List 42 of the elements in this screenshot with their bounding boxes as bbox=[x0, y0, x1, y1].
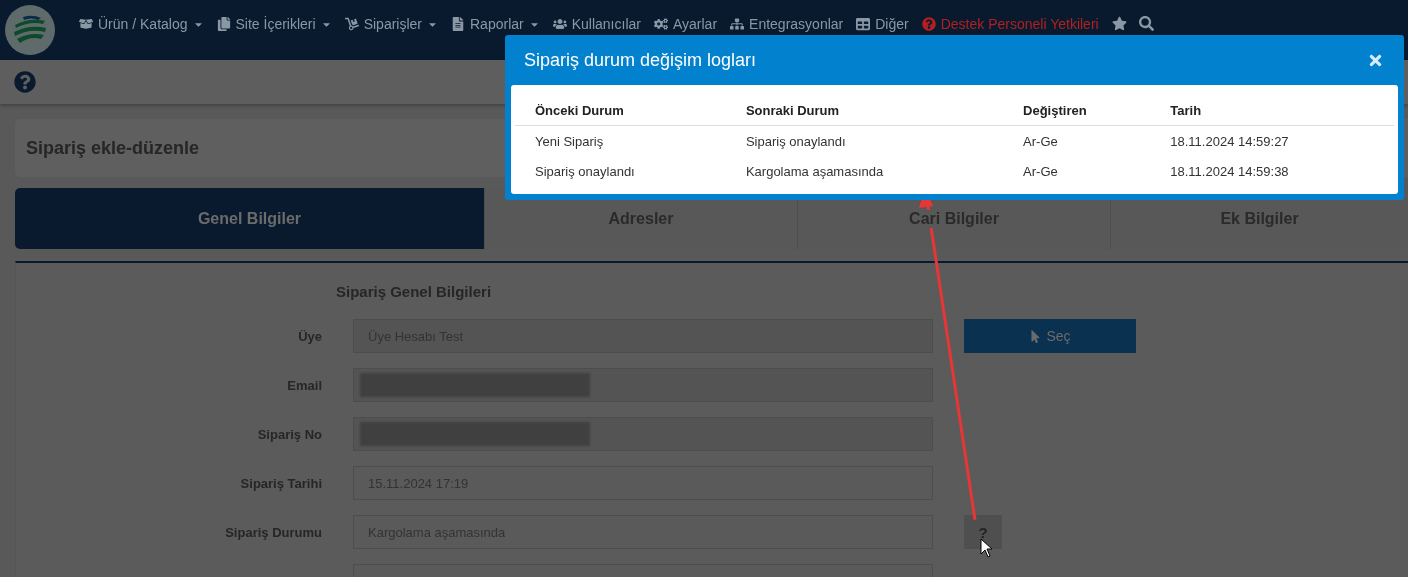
help-icon[interactable] bbox=[14, 71, 36, 93]
page-title: Sipariş ekle-düzenle bbox=[26, 137, 200, 159]
nav-menu-item[interactable]: Entegrasyonlar bbox=[730, 16, 844, 32]
input-field[interactable] bbox=[353, 368, 933, 402]
tab[interactable]: Genel Bilgiler bbox=[15, 188, 484, 249]
file-icon bbox=[451, 17, 465, 31]
table-cell: Sipariş onaylandı bbox=[725, 125, 1004, 156]
question-icon bbox=[921, 17, 936, 31]
table-cell: Yeni Sipariş bbox=[515, 125, 726, 156]
gears-icon bbox=[653, 17, 668, 31]
dolly-icon bbox=[344, 17, 359, 31]
star-icon[interactable] bbox=[1111, 16, 1127, 31]
mouse-cursor-icon bbox=[980, 538, 994, 558]
nav-menu-item[interactable]: Kullanıcılar bbox=[552, 16, 641, 32]
column-header: Tarih bbox=[1150, 95, 1394, 126]
copy-icon bbox=[216, 17, 231, 31]
nav-menu-item[interactable]: Ürün / Katalog bbox=[79, 16, 204, 32]
column-header: Değiştiren bbox=[1003, 95, 1151, 126]
table-icon bbox=[856, 17, 871, 31]
globe-logo[interactable] bbox=[5, 5, 55, 55]
help-button[interactable]: ? bbox=[964, 515, 1002, 549]
input-field[interactable] bbox=[353, 417, 933, 451]
table-cell-text: Sipariş onaylandı bbox=[534, 162, 636, 181]
dialog-title: Sipariş durum değişim logları bbox=[524, 49, 757, 71]
nav-menu-item[interactable]: Siparişler bbox=[344, 16, 438, 32]
nav-menu-item[interactable]: Diğer bbox=[856, 16, 909, 32]
nav-menu-item[interactable]: Site İçerikleri bbox=[216, 16, 332, 32]
users-icon bbox=[552, 17, 567, 31]
search-icon[interactable] bbox=[1138, 16, 1154, 31]
sitemap-icon bbox=[730, 17, 745, 31]
table-cell: 18.11.2024 14:59:27 bbox=[1150, 125, 1394, 156]
table-cell-text: 18.11.2024 14:59:38 bbox=[1169, 162, 1290, 181]
select-button[interactable]: Seç bbox=[964, 319, 1136, 353]
table-cell-text: Ar-Ge bbox=[1022, 162, 1059, 181]
nav-menu-item[interactable]: Raporlar bbox=[451, 16, 540, 32]
box-icon bbox=[79, 17, 93, 31]
nav-menu-item[interactable]: Destek Personeli Yetkileri bbox=[921, 16, 1099, 32]
table-cell: Ar-Ge bbox=[1003, 125, 1151, 156]
column-header: Önceki Durum bbox=[515, 95, 726, 126]
nav-menu-item[interactable]: Ayarlar bbox=[653, 16, 718, 32]
table-cell-text: Kargolama aşamasında bbox=[744, 162, 885, 181]
column-header: Sonraki Durum bbox=[725, 95, 1004, 126]
